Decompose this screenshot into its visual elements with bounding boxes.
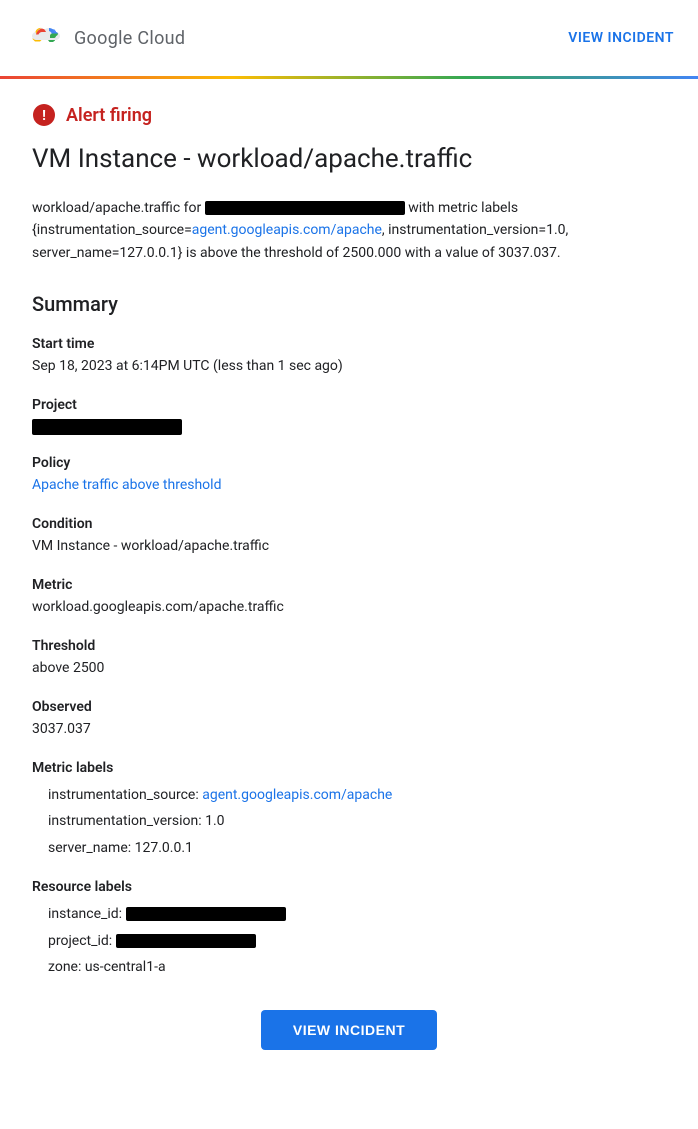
resource-labels-title: Resource labels bbox=[32, 879, 666, 895]
view-incident-header-link[interactable]: VIEW INCIDENT bbox=[568, 30, 674, 46]
project-label: Project bbox=[32, 397, 666, 413]
metric-label-key-3: server_name: 127.0.0.1 bbox=[48, 840, 193, 856]
policy-link[interactable]: Apache traffic above threshold bbox=[32, 477, 221, 493]
main-content: ! Alert firing VM Instance - workload/ap… bbox=[0, 79, 698, 1074]
metric-label: Metric bbox=[32, 577, 666, 593]
header: Google Cloud VIEW INCIDENT bbox=[0, 0, 698, 76]
start-time-value: Sep 18, 2023 at 6:14PM UTC (less than 1 … bbox=[32, 356, 666, 377]
condition-value: VM Instance - workload/apache.traffic bbox=[32, 536, 666, 557]
redacted-project-value bbox=[32, 419, 182, 435]
description-prefix: workload/apache.traffic for bbox=[32, 200, 201, 216]
observed-row: Observed 3037.037 bbox=[32, 699, 666, 740]
policy-row: Policy Apache traffic above threshold bbox=[32, 455, 666, 496]
resource-label-item-project: project_id: bbox=[48, 930, 666, 952]
resource-label-item-instance: instance_id: bbox=[48, 903, 666, 925]
metric-label-key-2: instrumentation_version: 1.0 bbox=[48, 813, 225, 829]
metric-label-item-instrumentation-source: instrumentation_source: agent.googleapis… bbox=[48, 784, 666, 806]
observed-label: Observed bbox=[32, 699, 666, 715]
resource-labels-section: Resource labels instance_id: project_id:… bbox=[32, 879, 666, 978]
alert-icon: ! bbox=[32, 103, 56, 127]
metric-labels-section: Metric labels instrumentation_source: ag… bbox=[32, 760, 666, 859]
footer: VIEW INCIDENT bbox=[32, 1010, 666, 1050]
metric-label-link-1[interactable]: agent.googleapis.com/apache bbox=[202, 787, 392, 803]
metric-label-key-1: instrumentation_source: bbox=[48, 787, 202, 803]
redacted-project-id bbox=[116, 934, 256, 948]
threshold-row: Threshold above 2500 bbox=[32, 638, 666, 679]
policy-label: Policy bbox=[32, 455, 666, 471]
resource-label-key-project: project_id: bbox=[48, 930, 112, 952]
start-time-label: Start time bbox=[32, 336, 666, 352]
alert-firing-banner: ! Alert firing bbox=[32, 103, 666, 127]
condition-label: Condition bbox=[32, 516, 666, 532]
summary-title: Summary bbox=[32, 292, 666, 316]
metric-labels-title: Metric labels bbox=[32, 760, 666, 776]
svg-text:!: ! bbox=[42, 108, 46, 124]
redacted-instance-id bbox=[126, 907, 286, 921]
policy-value: Apache traffic above threshold bbox=[32, 475, 666, 496]
threshold-value: above 2500 bbox=[32, 658, 666, 679]
metric-labels-items: instrumentation_source: agent.googleapis… bbox=[32, 784, 666, 859]
resource-label-key-instance: instance_id: bbox=[48, 903, 122, 925]
metric-row: Metric workload.googleapis.com/apache.tr… bbox=[32, 577, 666, 618]
project-row: Project bbox=[32, 397, 666, 435]
resource-label-key-zone: zone: us-central1-a bbox=[48, 956, 166, 978]
start-time-row: Start time Sep 18, 2023 at 6:14PM UTC (l… bbox=[32, 336, 666, 377]
resource-label-item-zone: zone: us-central1-a bbox=[48, 956, 666, 978]
metric-value: workload.googleapis.com/apache.traffic bbox=[32, 597, 666, 618]
logo: Google Cloud bbox=[24, 18, 185, 58]
metric-label-item-server: server_name: 127.0.0.1 bbox=[48, 837, 666, 859]
alert-firing-text: Alert firing bbox=[66, 105, 152, 126]
logo-text: Google Cloud bbox=[74, 28, 185, 49]
google-cloud-icon bbox=[24, 18, 64, 58]
project-value bbox=[32, 419, 666, 435]
page-title: VM Instance - workload/apache.traffic bbox=[32, 143, 666, 177]
condition-row: Condition VM Instance - workload/apache.… bbox=[32, 516, 666, 557]
alert-description: workload/apache.traffic for with metric … bbox=[32, 197, 666, 264]
resource-labels-items: instance_id: project_id: zone: us-centra… bbox=[32, 903, 666, 978]
view-incident-button[interactable]: VIEW INCIDENT bbox=[261, 1010, 437, 1050]
redacted-resource bbox=[205, 201, 405, 215]
instrumentation-link[interactable]: agent.googleapis.com/apache bbox=[192, 222, 382, 238]
observed-value: 3037.037 bbox=[32, 719, 666, 740]
metric-label-item-version: instrumentation_version: 1.0 bbox=[48, 810, 666, 832]
threshold-label: Threshold bbox=[32, 638, 666, 654]
